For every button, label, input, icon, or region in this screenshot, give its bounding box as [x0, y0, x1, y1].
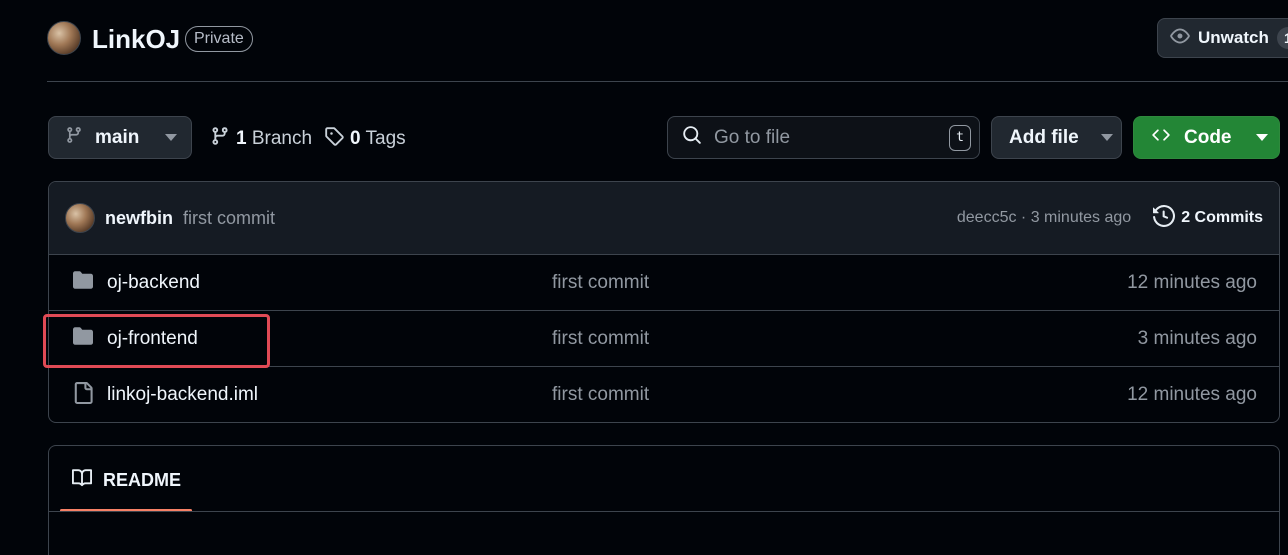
- readme-tab-label: README: [103, 470, 182, 490]
- history-icon: [1153, 204, 1176, 232]
- go-to-file-search[interactable]: Go to file t: [667, 116, 980, 159]
- code-button[interactable]: Code: [1133, 116, 1280, 159]
- header-divider: [47, 81, 1288, 82]
- file-commit-time: 12 minutes ago: [1127, 384, 1257, 405]
- latest-commit-bar: newfbin first commit deecc5c · 3 minutes…: [49, 182, 1279, 255]
- unwatch-button[interactable]: Unwatch 1: [1157, 18, 1288, 58]
- chevron-down-icon: [165, 134, 178, 141]
- file-commit-time: 3 minutes ago: [1137, 327, 1257, 349]
- chevron-down-icon: [1100, 134, 1113, 141]
- git-branch-icon: [65, 126, 83, 150]
- search-placeholder: Go to file: [714, 126, 791, 148]
- commit-hash-time[interactable]: deecc5c · 3 minutes ago: [957, 209, 1131, 227]
- file-commit-message[interactable]: first commit: [552, 272, 649, 294]
- git-branch-icon: [210, 126, 230, 152]
- tag-icon: [324, 126, 344, 152]
- folder-icon: [71, 270, 95, 295]
- file-name[interactable]: linkoj-backend.iml: [107, 384, 552, 406]
- book-icon: [71, 468, 93, 493]
- branch-name: main: [95, 126, 140, 148]
- eye-icon: [1170, 26, 1190, 51]
- file-icon: [71, 381, 95, 409]
- branch-selector-button[interactable]: main: [48, 116, 192, 159]
- branch-label: Branch: [251, 128, 313, 149]
- file-row-linkoj-backend-iml[interactable]: linkoj-backend.iml first commit 12 minut…: [49, 367, 1279, 422]
- commit-author[interactable]: newfbin: [105, 208, 173, 229]
- tag-label: Tags: [365, 128, 406, 149]
- branches-link[interactable]: 1 Branch: [210, 126, 312, 152]
- highlight-box: [43, 314, 270, 368]
- readme-divider: [49, 511, 1279, 512]
- branch-count: 1: [236, 128, 247, 149]
- author-avatar[interactable]: [65, 203, 95, 233]
- tags-link[interactable]: 0 Tags: [324, 126, 406, 152]
- file-row-oj-backend[interactable]: oj-backend first commit 12 minutes ago: [49, 255, 1279, 311]
- add-file-button[interactable]: Add file: [991, 116, 1122, 159]
- add-file-label: Add file: [1009, 126, 1079, 148]
- chevron-down-icon: [1255, 134, 1268, 141]
- visibility-badge: Private: [185, 26, 253, 52]
- repo-name[interactable]: LinkOJ: [92, 24, 180, 55]
- file-name[interactable]: oj-backend: [107, 272, 552, 294]
- watch-count: 1: [1276, 27, 1288, 49]
- repo-owner-avatar[interactable]: [47, 21, 81, 55]
- file-commit-message[interactable]: first commit: [552, 384, 649, 406]
- unwatch-label: Unwatch: [1198, 28, 1269, 47]
- tag-count: 0: [350, 128, 361, 149]
- keyboard-shortcut-hint: t: [949, 124, 971, 151]
- commit-message[interactable]: first commit: [183, 208, 275, 229]
- commits-count-label: 2 Commits: [1181, 209, 1263, 226]
- file-table: newfbin first commit deecc5c · 3 minutes…: [48, 181, 1280, 423]
- readme-panel: README: [48, 445, 1280, 555]
- commits-history-link[interactable]: 2 Commits: [1153, 204, 1263, 232]
- file-commit-message[interactable]: first commit: [552, 328, 649, 350]
- readme-tab[interactable]: README: [71, 468, 181, 493]
- code-icon: [1150, 126, 1172, 150]
- code-label: Code: [1184, 126, 1232, 148]
- search-icon: [682, 125, 702, 151]
- file-commit-time: 12 minutes ago: [1127, 271, 1257, 293]
